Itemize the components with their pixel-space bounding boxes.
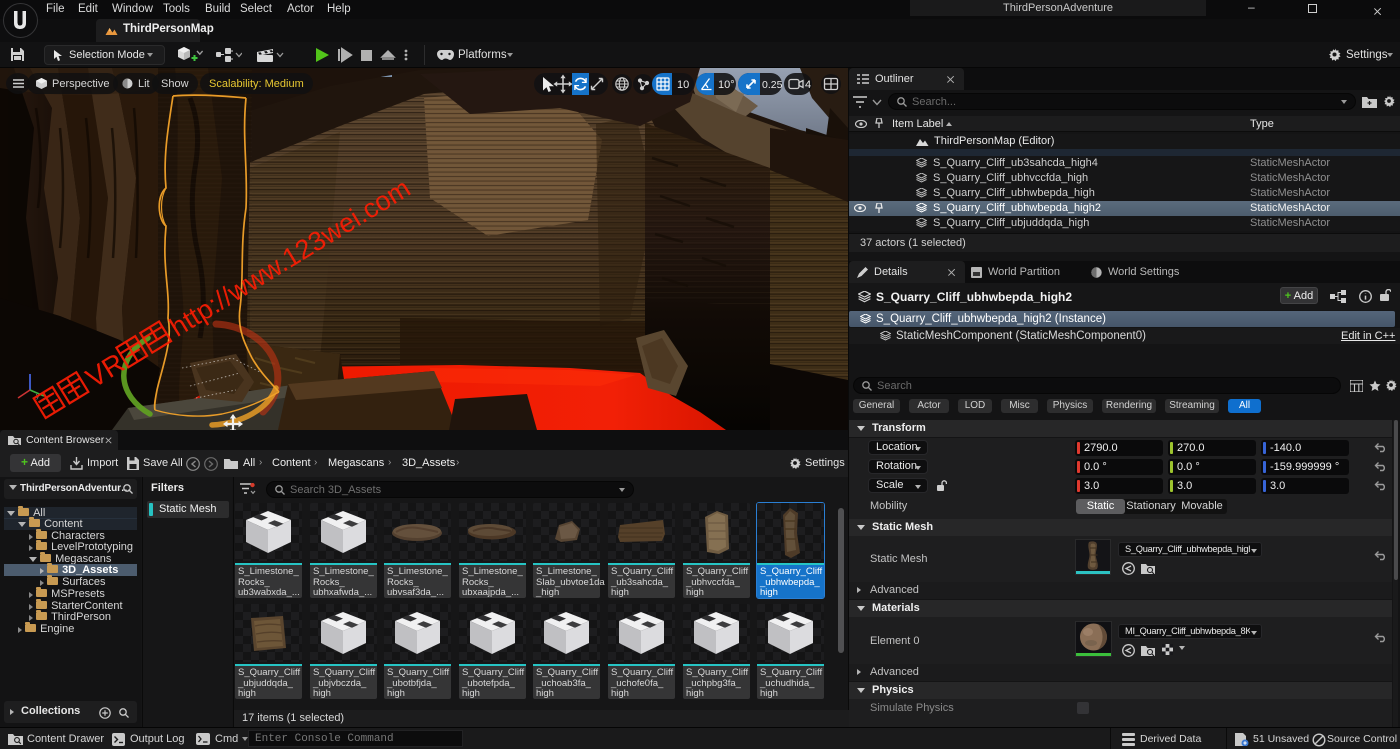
svg-text:0.25: 0.25 [762,79,783,91]
svg-text:10°: 10° [718,79,735,91]
svg-text:10: 10 [677,79,689,91]
svg-text:4: 4 [805,79,811,91]
